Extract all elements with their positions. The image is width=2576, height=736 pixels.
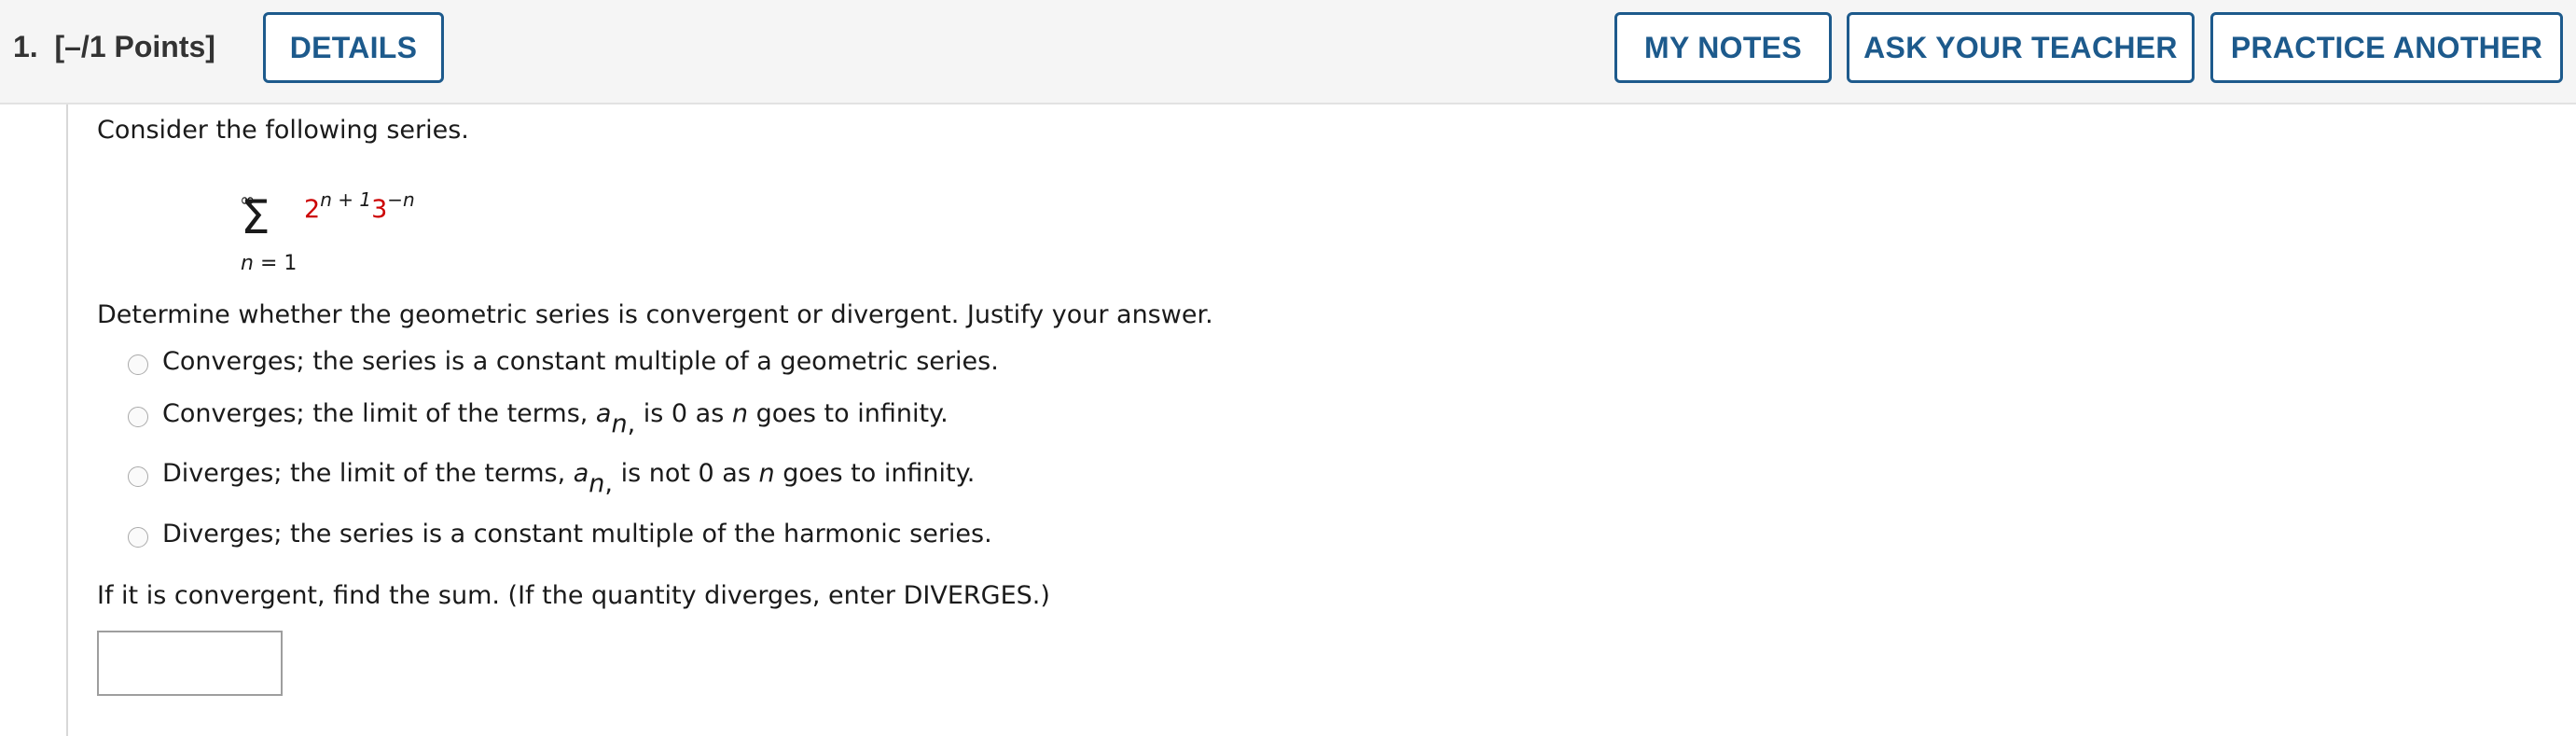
option-2-radio[interactable] bbox=[128, 407, 148, 427]
option-2-post: goes to infinity. bbox=[748, 399, 949, 428]
question-text: Determine whether the geometric series i… bbox=[97, 300, 1213, 329]
option-2-n: n bbox=[731, 399, 749, 428]
ask-your-teacher-button[interactable]: ASK YOUR TEACHER bbox=[1847, 12, 2195, 83]
points-label: [–/1 Points] bbox=[54, 30, 215, 63]
option-2-sub-n: n bbox=[611, 410, 628, 438]
term-exponent-2: −n bbox=[387, 188, 414, 211]
option-2-label: Converges; the limit of the terms, an, i… bbox=[162, 399, 949, 438]
option-2-pre: Converges; the limit of the terms, bbox=[162, 399, 596, 428]
my-notes-button[interactable]: MY NOTES bbox=[1614, 12, 1832, 83]
term-exponent-1: n + 1 bbox=[320, 188, 371, 211]
option-3-radio[interactable] bbox=[128, 466, 148, 487]
sum-prompt: If it is convergent, find the sum. (If t… bbox=[97, 581, 1050, 610]
option-2-comma: , bbox=[627, 410, 636, 438]
option-4-label: Diverges; the series is a constant multi… bbox=[162, 520, 992, 549]
option-2-mid: is 0 as bbox=[635, 399, 732, 428]
term-base-1: 2 bbox=[304, 195, 321, 224]
option-2-a: a bbox=[595, 399, 612, 428]
lower-limit-variable: n bbox=[241, 252, 254, 275]
option-4-radio[interactable] bbox=[128, 527, 148, 548]
option-3-post: goes to infinity. bbox=[774, 459, 976, 488]
series-lower-limit: n = 1 bbox=[241, 252, 297, 275]
question-number: 1. bbox=[13, 30, 38, 63]
answer-input[interactable] bbox=[97, 631, 283, 696]
exp1-text: n + 1 bbox=[320, 188, 372, 211]
option-3-sub: n, bbox=[589, 469, 613, 498]
option-3-comma: , bbox=[604, 469, 613, 498]
exp2-text: −n bbox=[387, 188, 415, 211]
option-1-radio[interactable] bbox=[128, 354, 148, 375]
option-3-n: n bbox=[758, 459, 775, 488]
lower-limit-value: = 1 bbox=[253, 252, 298, 275]
practice-another-button[interactable]: PRACTICE ANOTHER bbox=[2210, 12, 2563, 83]
option-3-pre: Diverges; the limit of the terms, bbox=[162, 459, 574, 488]
question-number-points: 1. [–/1 Points] bbox=[13, 30, 215, 64]
option-3-sub-n: n bbox=[589, 469, 605, 498]
left-rule bbox=[66, 104, 68, 736]
option-1-label: Converges; the series is a constant mult… bbox=[162, 347, 999, 376]
sigma-symbol: Σ bbox=[241, 190, 270, 244]
option-2-sub: n, bbox=[611, 410, 635, 438]
details-button[interactable]: DETAILS bbox=[263, 12, 444, 83]
series-term: 2n + 13−n bbox=[304, 188, 415, 224]
term-base-2: 3 bbox=[371, 195, 388, 224]
question-header: 1. [–/1 Points] DETAILS MY NOTES ASK YOU… bbox=[0, 0, 2576, 104]
option-3-label: Diverges; the limit of the terms, an, is… bbox=[162, 459, 976, 498]
problem-intro: Consider the following series. bbox=[97, 116, 469, 145]
option-3-mid: is not 0 as bbox=[613, 459, 759, 488]
option-3-a: a bbox=[573, 459, 589, 488]
